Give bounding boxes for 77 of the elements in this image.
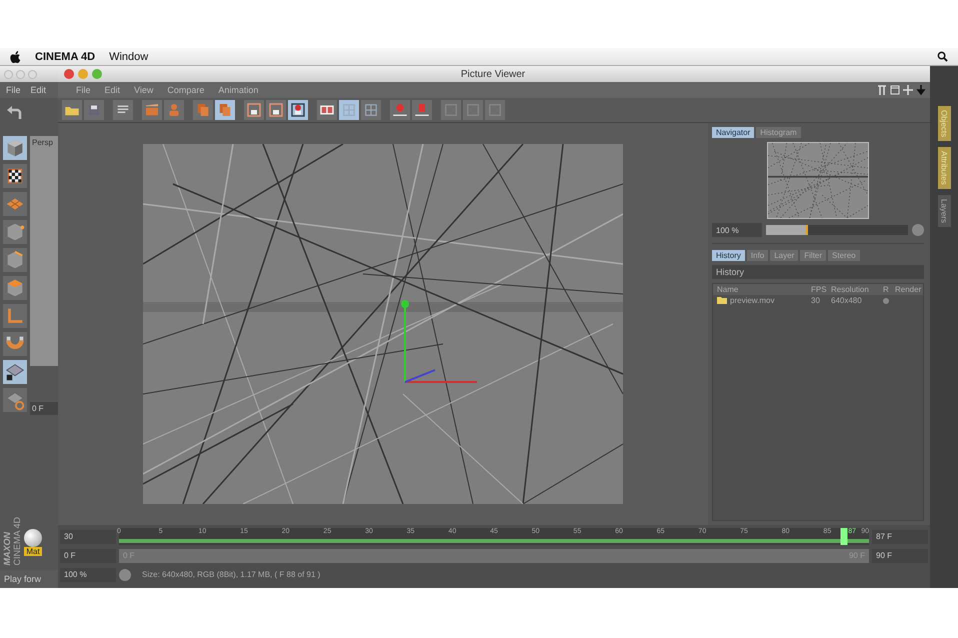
- picture-frame-icon[interactable]: [266, 100, 286, 120]
- menu-item[interactable]: Edit: [30, 85, 46, 95]
- cube-icon[interactable]: [3, 220, 27, 244]
- compare-marker-icon[interactable]: [390, 100, 410, 120]
- pages-icon[interactable]: [215, 100, 235, 120]
- zoom-field[interactable]: 100 %: [712, 223, 762, 237]
- zoom-button[interactable]: [92, 69, 102, 79]
- folder-icon: [717, 297, 727, 304]
- clapper-icon[interactable]: [142, 100, 162, 120]
- zoom-slider[interactable]: [766, 225, 908, 235]
- column-header[interactable]: Name: [717, 285, 809, 294]
- material-label[interactable]: Mat: [24, 547, 42, 556]
- down-arrow-icon[interactable]: [916, 85, 926, 95]
- table-cell-text: 640x480: [831, 296, 863, 305]
- fps-field[interactable]: 30: [60, 530, 116, 544]
- side-tab[interactable]: Layers: [938, 194, 950, 227]
- cube-icon[interactable]: [3, 248, 27, 272]
- picture-frame-icon[interactable]: [244, 100, 264, 120]
- cube-icon[interactable]: [3, 276, 27, 300]
- folder-icon[interactable]: [62, 100, 82, 120]
- file-name[interactable]: preview.mov: [730, 296, 774, 305]
- material-ball-icon[interactable]: [24, 529, 42, 547]
- panel-tab[interactable]: Stereo: [828, 250, 860, 261]
- figure-icon[interactable]: [164, 100, 184, 120]
- columns-icon[interactable]: [877, 85, 887, 95]
- menu-item[interactable]: Animation: [218, 85, 258, 95]
- column-header[interactable]: R: [883, 285, 893, 294]
- menu-item[interactable]: File: [6, 85, 21, 95]
- menu-item[interactable]: Compare: [167, 85, 204, 95]
- panel-tab[interactable]: Info: [746, 250, 768, 261]
- minimize-button[interactable]: [78, 69, 88, 79]
- reset-button[interactable]: [912, 224, 924, 236]
- playhead[interactable]: [840, 528, 848, 545]
- brand-logo: MAXON CINEMA 4D: [2, 517, 22, 566]
- apple-logo-icon[interactable]: [10, 50, 21, 62]
- pages-icon[interactable]: [193, 100, 213, 120]
- menu-item[interactable]: File: [76, 85, 91, 95]
- menu-item[interactable]: Edit: [104, 85, 120, 95]
- table-cell-text: 30: [811, 296, 821, 305]
- frame-field[interactable]: 87 F: [872, 530, 928, 544]
- picture-frame-icon[interactable]: [288, 100, 308, 120]
- column-header[interactable]: Resolution: [831, 285, 881, 294]
- search-icon[interactable]: [937, 51, 948, 62]
- film-strip-icon[interactable]: [317, 100, 337, 120]
- column-header[interactable]: Render: [895, 285, 922, 294]
- move-icon[interactable]: [903, 85, 913, 95]
- list-icon[interactable]: [113, 100, 133, 120]
- section-header: History: [712, 265, 924, 279]
- end-frame-field[interactable]: 90 F: [872, 548, 928, 562]
- status-dot: [883, 298, 889, 304]
- reset-button[interactable]: [119, 568, 131, 580]
- column-header[interactable]: FPS: [811, 285, 829, 294]
- grid-icon[interactable]: [361, 100, 381, 120]
- frame-field[interactable]: 0 F: [30, 402, 58, 415]
- undo-icon[interactable]: [6, 105, 24, 121]
- panel-tab[interactable]: Histogram: [756, 127, 801, 138]
- panel-tab[interactable]: Filter: [800, 250, 826, 261]
- panel-tab[interactable]: Navigator: [712, 127, 754, 138]
- app-menu[interactable]: CINEMA 4D: [35, 50, 96, 62]
- panel-tab[interactable]: Layer: [770, 250, 798, 261]
- panel-icon[interactable]: [890, 85, 900, 95]
- compare-marker-icon[interactable]: [412, 100, 432, 120]
- zoom-field[interactable]: 100 %: [60, 568, 116, 582]
- start-frame-field[interactable]: 0 F: [60, 548, 116, 562]
- axis-icon[interactable]: [3, 304, 27, 328]
- menu-item[interactable]: Window: [109, 50, 148, 62]
- grid-lock-icon[interactable]: [3, 360, 27, 384]
- side-tab[interactable]: Attributes: [938, 147, 950, 189]
- status-text: Size: 640x480, RGB (8Bit), 1.17 MB, ( F 88 of 91 ): [141, 570, 320, 579]
- menu-item[interactable]: View: [134, 85, 154, 95]
- status-text: Play forw: [4, 574, 42, 584]
- panel-tab[interactable]: History: [712, 250, 745, 261]
- tile-pattern-icon[interactable]: [3, 164, 27, 188]
- close-button[interactable]: [64, 69, 74, 79]
- window-title: Picture Viewer: [460, 68, 526, 80]
- viewport-label: Persp: [31, 137, 54, 149]
- side-tab[interactable]: Objects: [938, 106, 950, 142]
